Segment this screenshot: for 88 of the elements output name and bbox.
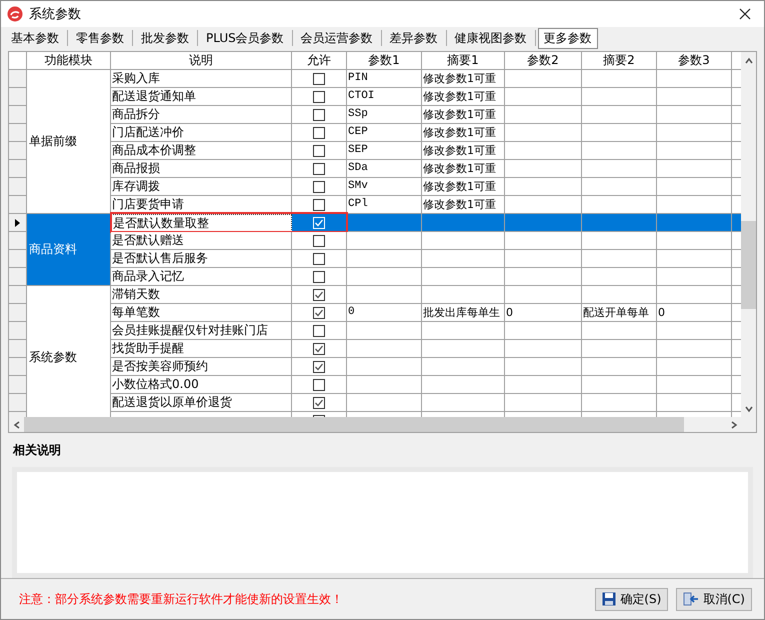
checkbox[interactable] (313, 324, 325, 336)
table-cell: 修改参数1可重 (422, 70, 505, 88)
checkbox[interactable] (313, 288, 325, 300)
checkbox[interactable] (313, 342, 325, 354)
table-cell: SDa (347, 160, 422, 178)
table-cell: 是否默认数量取整 (111, 214, 292, 232)
checkbox[interactable] (313, 108, 325, 120)
tab[interactable]: 会员运营参数 (294, 28, 379, 48)
warning-text: 注意：部分系统参数需要重新运行软件才能使新的设置生效！ (19, 590, 344, 608)
table-cell: CTOI (347, 88, 422, 106)
checkbox[interactable] (313, 126, 325, 138)
confirm-button[interactable]: 确定(S) (595, 588, 668, 610)
current-row-icon (15, 218, 20, 226)
table-cell: 找货助手提醒 (111, 340, 292, 358)
checkbox[interactable] (313, 396, 325, 408)
checkbox[interactable] (313, 306, 325, 318)
table-cell: 修改参数1可重 (422, 106, 505, 124)
checkbox[interactable] (313, 162, 325, 174)
table-cell: 0 (347, 304, 422, 322)
checkbox[interactable] (313, 180, 325, 192)
close-icon[interactable] (739, 8, 751, 20)
tab[interactable]: 差异参数 (384, 28, 444, 48)
column-header[interactable]: 参数2 (505, 52, 582, 70)
row-header[interactable] (9, 214, 27, 232)
table-cell: 修改参数1可重 (422, 160, 505, 178)
checkbox[interactable] (313, 234, 325, 246)
checkbox[interactable] (313, 90, 325, 102)
table-cell: CEP (347, 124, 422, 142)
scroll-thumb[interactable] (741, 221, 756, 309)
table-cell: PIN (347, 70, 422, 88)
table-cell: 滞销天数 (111, 286, 292, 304)
window-title: 系统参数 (29, 6, 82, 23)
table-cell: SEP (347, 142, 422, 160)
column-header[interactable]: 摘要2 (582, 52, 657, 70)
tab[interactable]: PLUS会员参数 (200, 28, 290, 48)
table-cell: 每单笔数 (111, 304, 292, 322)
table-cell: 会员挂账提醒仅针对挂账门店 (111, 322, 292, 340)
table-cell: 商品拆分 (111, 106, 292, 124)
table-cell: 修改参数1可重 (422, 124, 505, 142)
table-cell: 批发出库每单生 (422, 304, 505, 322)
table-cell: 是否默认赠送 (111, 232, 292, 250)
exit-door-icon (683, 592, 700, 606)
tab[interactable]: 批发参数 (135, 28, 195, 48)
group-cell: 系统参数 (27, 286, 111, 417)
checkbox[interactable] (313, 144, 325, 156)
column-header[interactable]: 允许 (292, 52, 347, 70)
group-cell: 商品资料 (27, 214, 111, 286)
checkbox[interactable] (313, 72, 325, 84)
cancel-button[interactable]: 取消(C) (676, 588, 752, 610)
table-cell: 配送退货以原单价退货 (111, 394, 292, 412)
section-title: 相关说明 (13, 442, 62, 459)
table-cell: 修改参数1可重 (422, 88, 505, 106)
checkbox[interactable] (313, 252, 325, 264)
table-cell: SMv (347, 178, 422, 196)
tab[interactable]: 基本参数 (5, 28, 65, 48)
table-cell: 商品成本价调整 (111, 142, 292, 160)
checkbox[interactable] (313, 198, 325, 210)
table-cell: CPl (347, 196, 422, 214)
tab[interactable]: 零售参数 (70, 28, 130, 48)
table-cell: 库存调拨 (111, 178, 292, 196)
checkbox[interactable] (313, 378, 325, 390)
table-cell: 修改参数1可重 (422, 142, 505, 160)
column-header[interactable]: 参数3 (657, 52, 732, 70)
table-cell: 小数位格式0.00 (111, 376, 292, 394)
table-cell: 是否默认售后服务 (111, 250, 292, 268)
table-cell: 是否按美容师预约 (111, 358, 292, 376)
table-cell: 0 (657, 304, 732, 322)
table-cell: 修改参数1可重 (422, 178, 505, 196)
checkbox[interactable] (313, 270, 325, 282)
table-cell: 配送退货通知单 (111, 88, 292, 106)
column-header[interactable]: 参数1 (347, 52, 422, 70)
table-cell: SSp (347, 106, 422, 124)
table-cell: 修改参数1可重 (422, 196, 505, 214)
column-header[interactable]: 功能模块 (27, 52, 111, 70)
column-header[interactable]: 摘要1 (422, 52, 505, 70)
table-cell: 配送开单每单 (582, 304, 657, 322)
column-header[interactable]: 说明 (111, 52, 292, 70)
group-cell: 单据前缀 (27, 70, 111, 214)
tab[interactable]: 健康视图参数 (448, 28, 533, 48)
table-cell: 商品录入记忆 (111, 268, 292, 286)
vertical-scrollbar[interactable] (741, 52, 756, 417)
app-logo-icon (7, 6, 23, 22)
tab[interactable]: 更多参数 (538, 28, 598, 48)
checkbox[interactable] (313, 360, 325, 372)
table-cell: 门店配送冲价 (111, 124, 292, 142)
table-cell: 采购入库 (111, 70, 292, 88)
table-cell: 0 (505, 304, 582, 322)
table-cell: 商品报损 (111, 160, 292, 178)
